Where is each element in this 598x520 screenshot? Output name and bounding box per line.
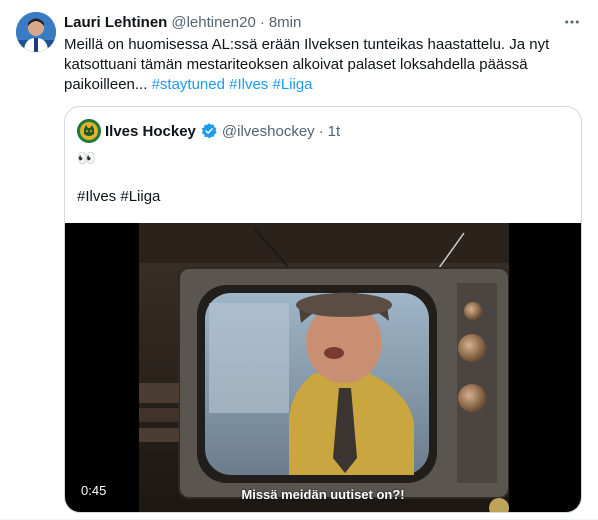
video-subtitle: Missä meidän uutiset on?! <box>241 487 405 502</box>
hashtag-ilves[interactable]: #Ilves <box>229 76 268 93</box>
quoted-author-avatar <box>77 119 101 143</box>
tweet[interactable]: Lauri Lehtinen @lehtinen20 · 8min Meillä… <box>0 0 598 520</box>
quoted-author-handle: @ilveshockey <box>221 122 315 140</box>
quoted-tweet[interactable]: Ilves Hockey @ilveshockey · 1t 👀 #Ilves … <box>64 106 582 513</box>
quoted-text-emoji: 👀 <box>77 150 96 167</box>
video-frame <box>139 223 509 512</box>
quoted-separator-dot: · <box>318 122 324 140</box>
hashtag-staytuned[interactable]: #staytuned <box>152 76 225 93</box>
more-horizontal-icon <box>565 20 579 24</box>
quoted-text-hashtags: #Ilves #Liiga <box>77 188 161 205</box>
quoted-author-name: Ilves Hockey <box>105 122 196 140</box>
quoted-tweet-header: Ilves Hockey @ilveshockey · 1t <box>77 119 340 143</box>
author-name[interactable]: Lauri Lehtinen <box>64 14 167 31</box>
quoted-timestamp: 1t <box>327 122 341 140</box>
author-handle[interactable]: @lehtinen20 <box>171 14 255 31</box>
tweet-header: Lauri Lehtinen @lehtinen20 · 8min <box>64 12 301 32</box>
tweet-text: Meillä on huomisessa AL:ssä erään Ilveks… <box>64 35 584 95</box>
more-options-button[interactable] <box>560 12 584 32</box>
video-player[interactable]: 0:45 Missä meidän uutiset on?! <box>65 223 581 512</box>
timestamp[interactable]: 8min <box>269 14 302 31</box>
hashtag-liiga[interactable]: #Liiga <box>272 76 312 93</box>
video-duration: 0:45 <box>81 483 107 498</box>
separator-dot: · <box>259 13 265 31</box>
verified-badge-icon <box>200 122 218 140</box>
author-avatar[interactable] <box>16 12 56 52</box>
